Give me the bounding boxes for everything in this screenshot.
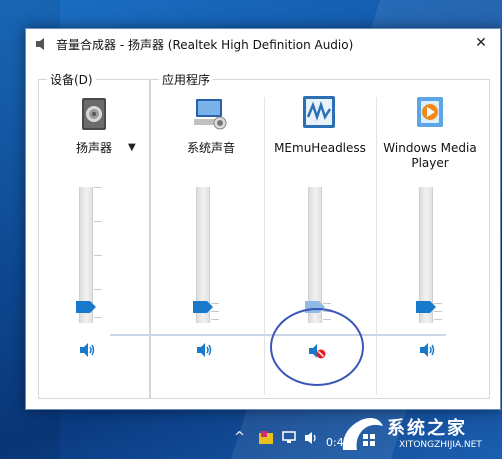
watermark-house-icon	[342, 418, 383, 450]
watermark-logo: 系统之家 XITONGZHIJIA.NET	[337, 412, 502, 458]
watermark-title: 系统之家	[387, 418, 467, 439]
device-mute-button[interactable]	[79, 342, 97, 358]
system-sounds-volume-thumb[interactable]	[193, 301, 213, 313]
system-sounds-mute-button[interactable]	[196, 342, 214, 358]
device-name[interactable]: 扬声器	[64, 141, 124, 156]
speaker-device-icon	[82, 98, 106, 130]
speaker-icon	[36, 38, 44, 50]
app-label-windows-media-player: Windows Media Player	[383, 141, 477, 170]
column-separator	[264, 97, 265, 395]
tray-app-icon[interactable]	[258, 430, 274, 446]
wmp-mute-button[interactable]	[419, 342, 437, 358]
apps-group-label: 应用程序	[159, 71, 214, 88]
column-separator	[376, 97, 377, 395]
window-title: 音量合成器 - 扬声器 (Realtek High Definition Aud…	[56, 38, 354, 52]
app-label-system-sounds: 系统声音	[186, 141, 235, 155]
network-icon[interactable]	[282, 431, 298, 445]
chevron-up-icon[interactable]: ^	[234, 430, 245, 445]
volume-mixer-window: 音量合成器 - 扬声器 (Realtek High Definition Aud…	[25, 28, 501, 410]
annotation-circle	[270, 308, 364, 386]
device-volume-thumb[interactable]	[76, 301, 96, 313]
title-bar[interactable]: 音量合成器 - 扬声器 (Realtek High Definition Aud…	[26, 29, 500, 59]
windows-media-player-icon	[417, 97, 443, 127]
device-group-label: 设备(D)	[47, 71, 96, 88]
system-sounds-icon	[194, 99, 227, 130]
watermark-subtitle: XITONGZHIJIA.NET	[399, 440, 482, 450]
device-dropdown-arrow[interactable]: ▼	[128, 142, 136, 153]
memu-app-icon	[303, 96, 335, 128]
app-label-memuheadless: MEmuHeadless	[274, 141, 366, 155]
volume-tray-icon[interactable]	[304, 431, 320, 445]
close-button[interactable]: ✕	[466, 29, 496, 57]
wmp-volume-thumb[interactable]	[416, 301, 436, 313]
